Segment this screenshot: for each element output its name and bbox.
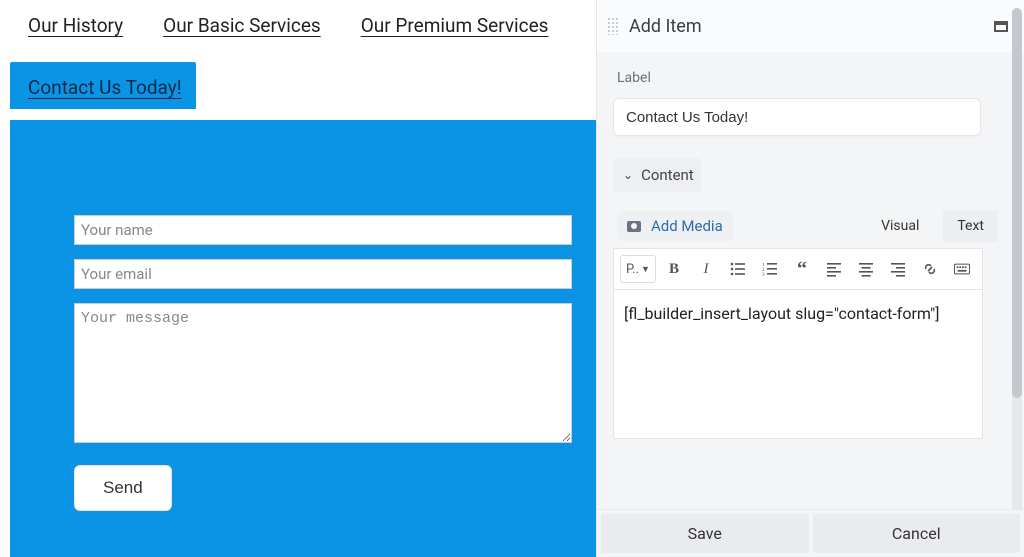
content-accordion-toggle[interactable]: ⌄ Content — [613, 158, 701, 192]
align-center-icon — [858, 261, 874, 277]
panel-body: Label ⌄ Content Add Media Visual Text P.… — [597, 52, 1010, 509]
align-left-icon — [826, 261, 842, 277]
link-button[interactable] — [916, 255, 944, 283]
save-button[interactable]: Save — [601, 514, 809, 553]
editor-mode-text[interactable]: Text — [943, 210, 998, 242]
tab-content-panel: Send — [10, 120, 596, 557]
keyboard-button[interactable] — [948, 255, 976, 283]
svg-text:3: 3 — [762, 273, 765, 277]
align-left-button[interactable] — [820, 255, 848, 283]
name-input[interactable] — [74, 215, 572, 245]
panel-header: Add Item — [597, 0, 1024, 52]
keyboard-icon — [954, 261, 970, 277]
send-button[interactable]: Send — [74, 465, 172, 511]
tab-contact-us[interactable]: Contact Us Today! — [28, 76, 182, 105]
bullet-list-icon — [730, 261, 746, 277]
message-textarea[interactable] — [74, 303, 572, 443]
email-input[interactable] — [74, 259, 572, 289]
add-media-label: Add Media — [651, 217, 723, 235]
preview-area: Our History Our Basic Services Our Premi… — [0, 0, 596, 557]
scrollbar-track[interactable] — [1012, 8, 1022, 549]
link-icon — [922, 261, 938, 277]
paragraph-dropdown[interactable]: P..▼ — [620, 255, 656, 283]
tab-premium-services[interactable]: Our Premium Services — [361, 14, 549, 43]
tab-active-wrap: Contact Us Today! — [10, 62, 196, 109]
media-mode-row: Add Media Visual Text — [613, 204, 1002, 248]
cancel-button[interactable]: Cancel — [813, 514, 1021, 553]
contact-form: Send — [10, 120, 596, 535]
caret-down-icon: ▼ — [641, 264, 650, 275]
editor-panel: Add Item Label ⌄ Content Add Media Visua… — [596, 0, 1024, 557]
blockquote-button[interactable]: “ — [788, 255, 816, 283]
bold-button[interactable]: B — [660, 255, 688, 283]
label-field-label: Label — [617, 70, 1002, 86]
align-center-button[interactable] — [852, 255, 880, 283]
content-accordion-label: Content — [641, 166, 694, 184]
numbered-list-icon: 123 — [762, 261, 778, 277]
tabs-row: Our History Our Basic Services Our Premi… — [0, 0, 596, 43]
label-input[interactable] — [613, 98, 981, 136]
camera-icon — [627, 219, 643, 233]
panel-footer: Save Cancel — [597, 509, 1024, 557]
panel-title: Add Item — [629, 16, 994, 37]
align-right-button[interactable] — [884, 255, 912, 283]
drag-handle-icon[interactable] — [607, 17, 619, 35]
maximize-icon[interactable] — [994, 21, 1008, 32]
editor-content[interactable]: [fl_builder_insert_layout slug="contact-… — [613, 289, 983, 439]
numbered-list-button[interactable]: 123 — [756, 255, 784, 283]
italic-button[interactable]: I — [692, 255, 720, 283]
chevron-down-icon: ⌄ — [623, 168, 633, 182]
editor-mode-visual[interactable]: Visual — [867, 210, 933, 242]
scrollbar-thumb[interactable] — [1012, 8, 1022, 398]
align-right-icon — [890, 261, 906, 277]
tab-our-history[interactable]: Our History — [28, 14, 123, 43]
tab-basic-services[interactable]: Our Basic Services — [163, 14, 321, 43]
paragraph-dropdown-label: P.. — [626, 262, 639, 277]
bullet-list-button[interactable] — [724, 255, 752, 283]
add-media-button[interactable]: Add Media — [617, 211, 733, 241]
wysiwyg-toolbar: P..▼ B I 123 “ — [613, 248, 983, 289]
